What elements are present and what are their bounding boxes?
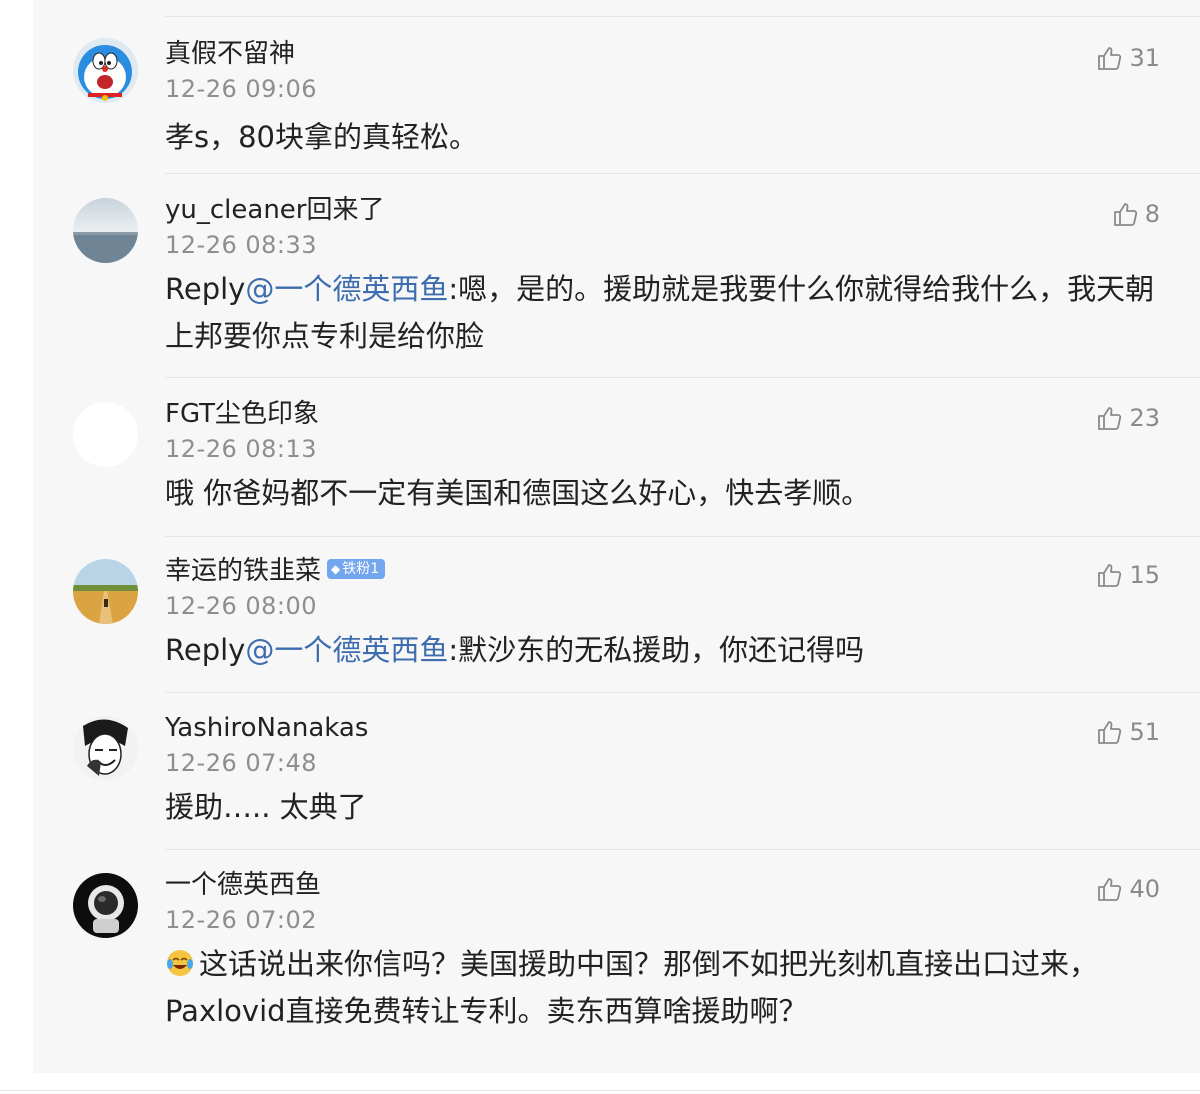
- like-button[interactable]: 15: [1097, 559, 1160, 591]
- comment-text: Reply@一个德英西鱼:默沙东的无私援助，你还记得吗: [165, 627, 1165, 674]
- timestamp: 12-26 08:33: [165, 231, 318, 259]
- comment-divider: [165, 849, 1200, 850]
- reply-body: :默沙东的无私援助，你还记得吗: [448, 633, 865, 667]
- timestamp: 12-26 08:00: [165, 592, 318, 620]
- reply-prefix: Reply: [165, 633, 246, 667]
- thumbs-up-icon: [1098, 47, 1122, 70]
- like-button[interactable]: 23: [1097, 402, 1160, 434]
- diamond-icon: ◆: [331, 561, 341, 576]
- username[interactable]: FGT尘色印象: [165, 398, 319, 430]
- mention-link[interactable]: @一个德英西鱼: [245, 272, 448, 306]
- timestamp: 12-26 08:13: [165, 435, 318, 463]
- reply-prefix: Reply: [165, 272, 246, 306]
- blank-avatar-icon: [73, 402, 138, 467]
- comment-divider: [165, 173, 1200, 174]
- mention-link[interactable]: @一个德英西鱼: [245, 633, 448, 667]
- sea-landscape-avatar-icon: [73, 198, 138, 263]
- timestamp: 12-26 09:06: [165, 75, 318, 103]
- comment-body: 这话说出来你信吗？美国援助中国？那倒不如把光刻机直接出口过来，Paxlovid直…: [165, 947, 1099, 1028]
- avatar[interactable]: [73, 198, 138, 263]
- like-button[interactable]: 31: [1097, 42, 1160, 74]
- comment-text: 援助….. 太典了: [165, 790, 367, 824]
- avatar[interactable]: [73, 402, 138, 467]
- timestamp: 12-26 07:02: [165, 906, 318, 934]
- avatar[interactable]: [73, 716, 138, 781]
- like-count: 31: [1129, 44, 1160, 72]
- top-divider: [165, 16, 1200, 17]
- thumbs-up-icon: [1113, 203, 1137, 226]
- username[interactable]: 一个德英西鱼: [165, 869, 321, 901]
- like-button[interactable]: 51: [1097, 716, 1160, 748]
- username[interactable]: 真假不留神: [165, 38, 295, 70]
- username-text: 幸运的铁韭菜: [165, 556, 322, 586]
- avatar[interactable]: [73, 38, 138, 103]
- astronaut-avatar-icon: [73, 873, 138, 938]
- like-button[interactable]: 8: [1113, 198, 1160, 230]
- comment-text: Reply@一个德英西鱼:嗯，是的。援助就是我要什么你就得给我什么，我天朝上邦要…: [165, 266, 1165, 360]
- like-count: 51: [1129, 718, 1160, 746]
- like-count: 23: [1129, 404, 1160, 432]
- timestamp: 12-26 07:48: [165, 749, 318, 777]
- badge-label: 铁粉1: [342, 560, 380, 577]
- like-button[interactable]: 40: [1097, 873, 1160, 905]
- username[interactable]: 幸运的铁韭菜 ◆ 铁粉1: [165, 555, 386, 587]
- avatar[interactable]: [73, 873, 138, 938]
- doraemon-avatar-icon: [73, 38, 138, 103]
- manga-face-avatar-icon: [73, 716, 138, 781]
- avatar[interactable]: [73, 559, 138, 624]
- username[interactable]: YashiroNanakas: [165, 712, 368, 744]
- fan-badge: ◆ 铁粉1: [327, 558, 386, 579]
- thumbs-up-icon: [1098, 564, 1122, 587]
- comment-divider: [165, 692, 1200, 693]
- bottom-divider: [0, 1090, 1200, 1091]
- like-count: 8: [1144, 200, 1160, 228]
- thumbs-up-icon: [1098, 407, 1122, 430]
- like-count: 15: [1129, 561, 1160, 589]
- like-count: 40: [1129, 875, 1160, 903]
- field-road-avatar-icon: [73, 559, 138, 624]
- comment-divider: [165, 536, 1200, 537]
- thumbs-up-icon: [1098, 878, 1122, 901]
- comment-text: 孝s，80块拿的真轻松。: [165, 120, 479, 154]
- username[interactable]: yu_cleaner回来了: [165, 194, 384, 226]
- comment-text: 哦 你爸妈都不一定有美国和德国这么好心，快去孝顺。: [165, 476, 871, 510]
- comment-text: 这话说出来你信吗？美国援助中国？那倒不如把光刻机直接出口过来，Paxlovid直…: [165, 941, 1165, 1035]
- comment-divider: [165, 377, 1200, 378]
- thumbs-up-icon: [1098, 721, 1122, 744]
- laughing-crying-emoji-icon: [167, 950, 193, 976]
